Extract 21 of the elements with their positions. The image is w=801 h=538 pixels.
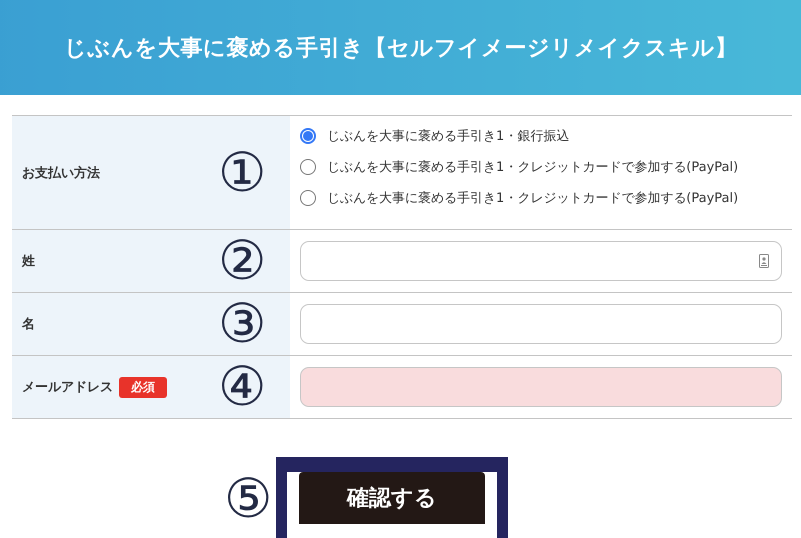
step-number: ② bbox=[218, 234, 266, 288]
radio-button[interactable] bbox=[300, 128, 316, 144]
field-label: お支払い方法 bbox=[22, 164, 100, 182]
step-number: ① bbox=[218, 146, 266, 200]
option-label[interactable]: じぶんを大事に褒める手引き1・クレジットカードで参加する(PayPal) bbox=[327, 158, 738, 176]
input-field[interactable] bbox=[300, 304, 782, 344]
required-badge: 必須 bbox=[119, 376, 167, 398]
input-field[interactable] bbox=[300, 367, 782, 407]
option-label[interactable]: じぶんを大事に褒める手引き1・銀行振込 bbox=[327, 126, 570, 144]
option-label[interactable]: じぶんを大事に褒める手引き1・クレジットカードで参加する(PayPal) bbox=[327, 188, 738, 206]
field-label: 姓 bbox=[22, 253, 35, 270]
page-title: じぶんを大事に褒める手引き【セルフイメージリメイクスキル】 bbox=[64, 34, 738, 62]
input-field[interactable] bbox=[300, 241, 782, 281]
radio-button[interactable] bbox=[300, 190, 316, 206]
field-label: メールアドレス bbox=[22, 379, 113, 396]
confirm-button[interactable]: 確認する bbox=[299, 472, 485, 524]
step-number: ⑤ bbox=[224, 472, 272, 526]
radio-button[interactable] bbox=[300, 158, 316, 174]
field-label: 名 bbox=[22, 316, 35, 333]
step-number: ③ bbox=[218, 297, 266, 351]
step-number: ④ bbox=[218, 360, 266, 414]
